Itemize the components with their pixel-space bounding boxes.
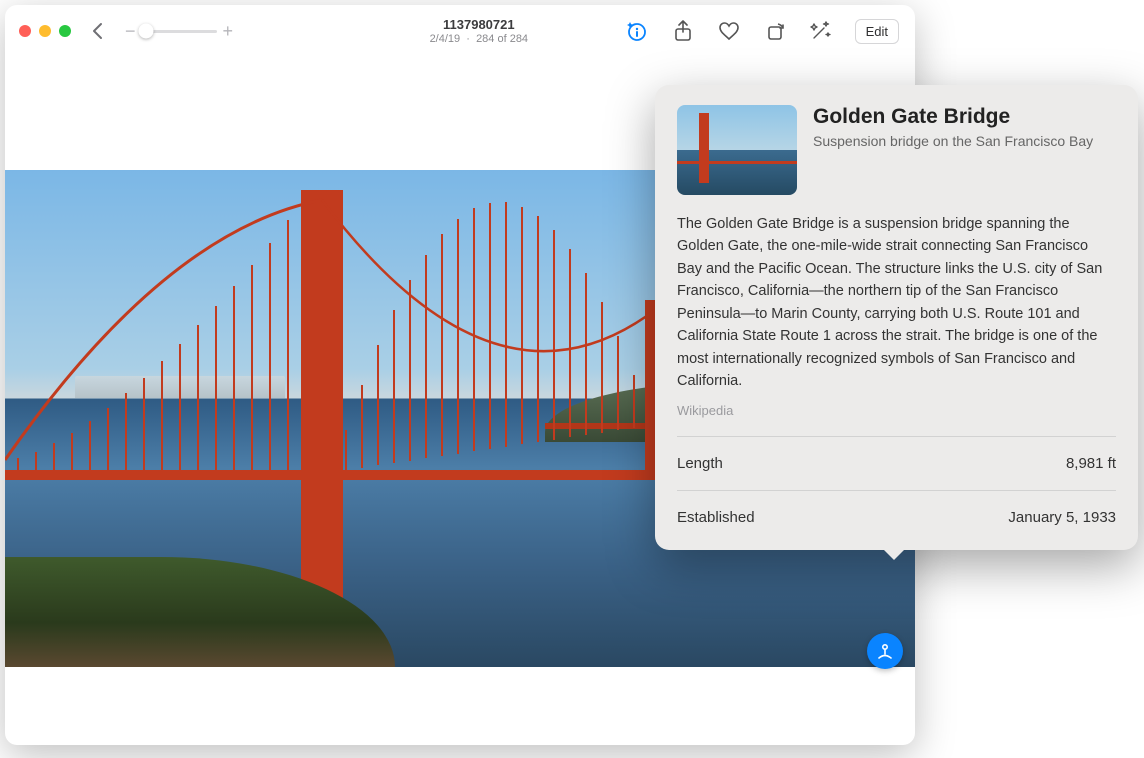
popover-thumbnail	[677, 105, 797, 195]
popover-header: Golden Gate Bridge Suspension bridge on …	[677, 105, 1116, 195]
window-controls	[19, 25, 71, 37]
popover-subtitle: Suspension bridge on the San Francisco B…	[813, 132, 1093, 150]
rotate-button[interactable]	[763, 19, 787, 43]
popover-source[interactable]: Wikipedia	[677, 403, 1116, 418]
info-button[interactable]	[625, 19, 649, 43]
landmark-pin-icon	[876, 642, 894, 660]
close-window-button[interactable]	[19, 25, 31, 37]
detail-row-established: Established January 5, 1933	[677, 490, 1116, 526]
info-sparkle-icon	[626, 20, 648, 42]
share-icon	[673, 20, 693, 42]
rotate-icon	[765, 21, 785, 41]
toolbar: − + 1137980721 2/4/19 · 284 of 284	[5, 5, 915, 57]
detail-row-length: Length 8,981 ft	[677, 436, 1116, 490]
visual-lookup-button[interactable]	[867, 633, 903, 669]
edit-button[interactable]: Edit	[855, 19, 899, 44]
wand-icon	[810, 20, 832, 42]
zoom-out-icon: −	[125, 22, 136, 40]
photo-subtitle: 2/4/19 · 284 of 284	[347, 33, 611, 45]
share-button[interactable]	[671, 19, 695, 43]
toolbar-actions: Edit	[625, 19, 901, 44]
title-block: 1137980721 2/4/19 · 284 of 284	[347, 17, 611, 45]
back-button[interactable]	[85, 18, 111, 44]
popover-description: The Golden Gate Bridge is a suspension b…	[677, 213, 1116, 393]
zoom-thumb[interactable]	[138, 24, 153, 39]
photo-title: 1137980721	[347, 17, 611, 32]
heart-icon	[718, 21, 740, 41]
chevron-left-icon	[91, 22, 105, 40]
favorite-button[interactable]	[717, 19, 741, 43]
popover-details: Length 8,981 ft Established January 5, 1…	[677, 436, 1116, 526]
visual-lookup-popover: Golden Gate Bridge Suspension bridge on …	[655, 85, 1138, 550]
popover-title: Golden Gate Bridge	[813, 105, 1093, 129]
enhance-button[interactable]	[809, 19, 833, 43]
fullscreen-window-button[interactable]	[59, 25, 71, 37]
zoom-track[interactable]	[142, 30, 217, 33]
zoom-in-icon: +	[223, 22, 234, 40]
bridge-tower-near	[301, 190, 343, 620]
minimize-window-button[interactable]	[39, 25, 51, 37]
zoom-slider[interactable]: − +	[125, 22, 233, 40]
